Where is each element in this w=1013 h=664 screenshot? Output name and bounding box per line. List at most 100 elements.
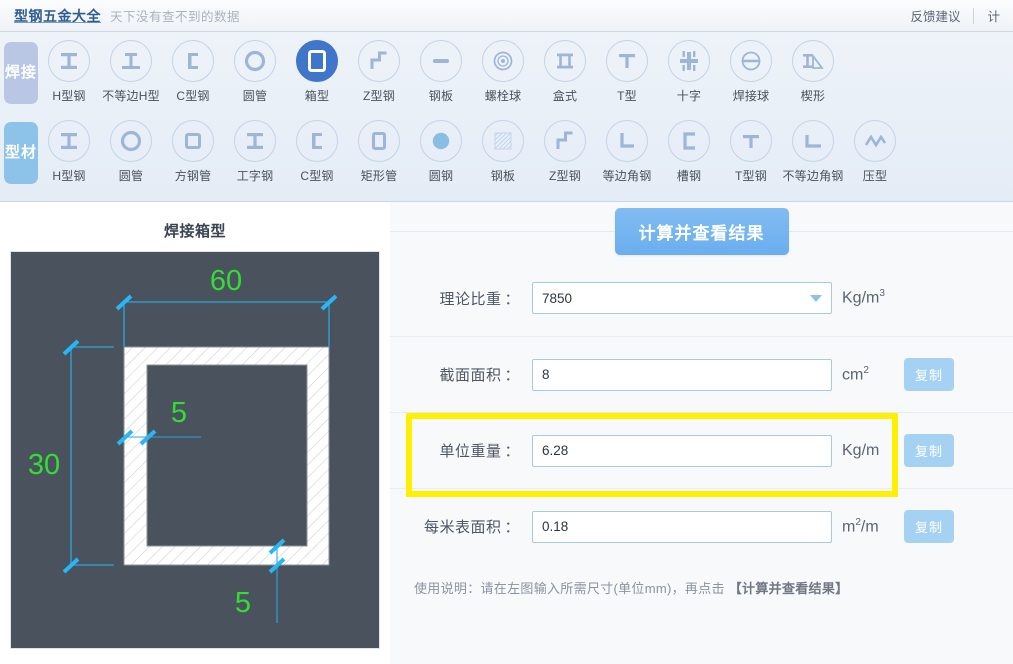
dim-outer-width: 60 [210,265,242,297]
copy-button[interactable]: 复制 [904,434,955,467]
shape-item-round-pipe[interactable]: 圆管 [224,36,286,104]
z-beam-icon [358,40,400,82]
field-box [532,434,832,467]
form-row: 每米表面积： m2/m复制 [390,488,1013,564]
value-input[interactable] [533,359,831,390]
shape-item-channel[interactable]: 槽钢 [658,116,720,184]
shape-item-label: 圆钢 [428,169,454,183]
field-box [532,510,832,543]
shape-item-welded-ball[interactable]: 焊接球 [720,36,782,104]
shape-item-box-type[interactable]: 盒式 [534,36,596,104]
shape-item-round-pipe[interactable]: 圆管 [100,116,162,184]
secondary-link[interactable]: 计 [974,0,1013,31]
category-tab-profile[interactable]: 型材 [4,122,38,184]
field-label-colon: ： [504,443,520,460]
shape-item-label: 螺栓球 [484,89,522,103]
field-label: 截面面积： [414,364,522,385]
shape-item-box-section[interactable]: 箱型 [286,36,348,104]
steel-plate-icon [420,40,462,82]
dim-outer-height: 30 [28,449,60,481]
round-pipe-icon [110,120,152,162]
shape-item-profiled[interactable]: 压型 [844,116,906,184]
calculate-button[interactable]: 计算并查看结果 [614,207,789,255]
density-select-input[interactable] [533,283,831,313]
steel-plate-hatch-icon [482,120,524,162]
category-label-profile-1: 型材 [4,143,37,161]
chevron-down-icon[interactable] [810,295,822,302]
shape-item-z-beam[interactable]: Z型钢 [348,36,410,104]
round-pipe-icon [234,40,276,82]
shape-item-unequal-h-beam[interactable]: 不等边H型 [100,36,162,104]
shape-item-label: 焊接球 [732,89,770,103]
toolbar-row-welded: 焊接 H型钢 不等边H型 C型钢 圆管 箱型 Z型钢 钢板 螺栓球 盒式 T型 十字 焊接球 楔形 [0,36,1013,116]
shape-item-h-beam[interactable]: H型钢 [38,116,100,184]
main-content: 焊接箱型 60 30 5 5 计算并查看结果 理论比重 ： 7850 Kg/m3… [0,202,1013,664]
cross-section-icon [668,40,710,82]
shape-item-label: 压型 [862,169,888,183]
i-beam-icon [234,120,276,162]
field-unit: cm2 [842,365,900,384]
unequal-angle-icon [792,120,834,162]
usage-hint-text: 使用说明：请在左图输入所需尺寸(单位mm)，再点击 [414,581,725,596]
shape-item-unequal-angle[interactable]: 不等边角钢 [782,116,844,184]
shape-item-label: 不等边H型 [102,89,160,103]
feedback-link[interactable]: 反馈建议 [897,0,973,31]
box-section-drawing: 60 30 5 5 [28,265,338,623]
copy-button[interactable]: 复制 [904,510,955,543]
usage-hint: 使用说明：请在左图输入所需尺寸(单位mm)，再点击 【计算并查看结果】 [390,564,1013,597]
field-label: 理论比重： [414,288,522,309]
section-diagram[interactable]: 60 30 5 5 [10,251,380,649]
shape-item-square-pipe[interactable]: 方钢管 [162,116,224,184]
shape-item-equal-angle[interactable]: 等边角钢 [596,116,658,184]
usage-hint-strong: 【计算并查看结果】 [728,581,849,596]
form-rows: 理论比重：Kg/m3截面面积：cm2复制单位重量：Kg/m复制每米表面积：m2/… [390,260,1013,564]
form-row: 理论比重： Kg/m3 [390,260,1013,336]
shape-item-wedge[interactable]: 楔形 [782,36,844,104]
shape-item-t-beam[interactable]: T型钢 [720,116,782,184]
field-unit-base: cm [842,366,864,384]
welded-item-list: H型钢 不等边H型 C型钢 圆管 箱型 Z型钢 钢板 螺栓球 盒式 T型 十字 焊接球 楔形 [38,36,1013,104]
shape-item-label: T型钢 [735,169,767,183]
result-panel: 计算并查看结果 理论比重：Kg/m3截面面积：cm2复制单位重量：Kg/m复制每… [390,202,1013,664]
form-row: 截面面积：cm2复制 [390,336,1013,412]
field-unit-sup: 2 [863,364,869,376]
h-beam-icon [48,40,90,82]
wedge-icon [792,40,834,82]
field-label-text: 每米表面积 [423,519,502,536]
shape-item-cross-section[interactable]: 十字 [658,36,720,104]
shape-item-steel-plate[interactable]: 钢板 [410,36,472,104]
shape-item-label: 不等边角钢 [782,169,844,183]
shape-item-label: 圆管 [118,169,144,183]
shape-item-rect-pipe[interactable]: 矩形管 [348,116,410,184]
shape-item-steel-plate-hatch[interactable]: 钢板 [472,116,534,184]
value-input[interactable] [533,435,831,466]
t-beam-icon [730,120,772,162]
field-unit-sup: 3 [879,288,885,300]
shape-item-c-channel[interactable]: C型钢 [162,36,224,104]
shape-item-label: H型钢 [52,89,86,103]
shape-item-t-section[interactable]: T型 [596,36,658,104]
calc-button-area: 计算并查看结果 [390,202,1013,260]
shape-item-bolt-ball[interactable]: 螺栓球 [472,36,534,104]
profiled-icon [854,120,896,162]
shape-item-label: Z型钢 [363,89,395,103]
shape-item-c-channel[interactable]: C型钢 [286,116,348,184]
field-label-colon: ： [504,367,520,384]
shape-item-h-beam[interactable]: H型钢 [38,36,100,104]
shape-item-label: 圆管 [242,89,268,103]
value-input[interactable] [533,511,831,542]
field-unit-base: Kg/m [842,289,880,307]
c-channel-icon [296,120,338,162]
shape-item-label: 等边角钢 [602,169,652,183]
shape-toolbar: 焊接 H型钢 不等边H型 C型钢 圆管 箱型 Z型钢 钢板 螺栓球 盒式 T型 十字 焊接球 楔形 型材… [0,32,1013,202]
category-tab-welded[interactable]: 焊接 [4,42,38,104]
shape-item-z-beam[interactable]: Z型钢 [534,116,596,184]
profile-item-list: H型钢 圆管 方钢管 工字钢 C型钢 矩形管 圆钢 钢板 Z型钢 等边角钢 槽钢 T型钢 不等边角钢 压型 [38,116,1013,184]
copy-button[interactable]: 复制 [904,358,955,391]
shape-item-round-bar[interactable]: 圆钢 [410,116,472,184]
shape-item-i-beam[interactable]: 工字钢 [224,116,286,184]
field-label: 每米表面积： [414,516,522,537]
field-unit: Kg/m3 [842,288,900,307]
shape-item-label: 工字钢 [236,169,274,183]
field-label: 单位重量： [414,440,522,461]
